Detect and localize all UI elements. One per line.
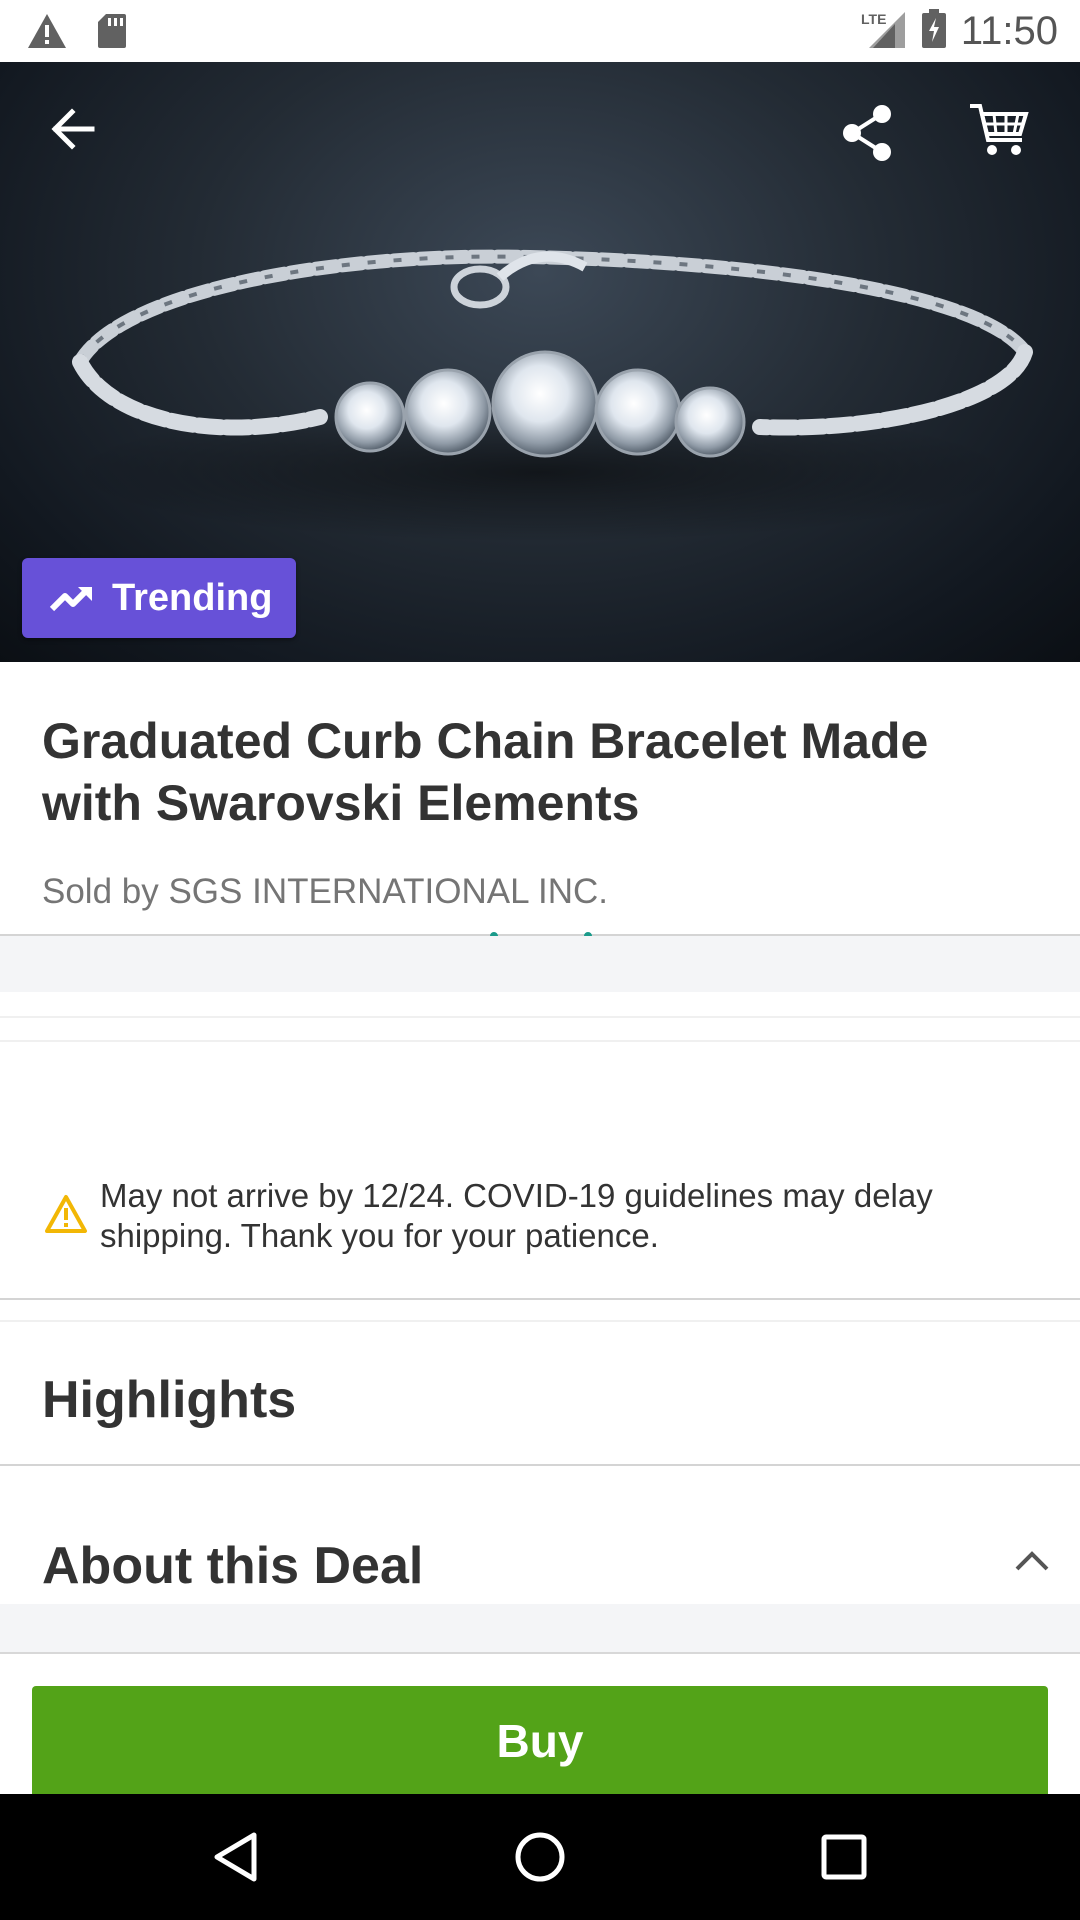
cart-icon[interactable]: [968, 102, 1030, 163]
chevron-up-icon[interactable]: [1014, 1548, 1050, 1577]
buy-button[interactable]: Buy: [32, 1686, 1048, 1796]
divider: [0, 1298, 1080, 1300]
shipping-notice-text: May not arrive by 12/24. COVID-19 guidel…: [100, 1177, 933, 1254]
battery-charging-icon: [921, 9, 947, 54]
about-deal-heading[interactable]: About this Deal: [42, 1536, 423, 1596]
spacer-band: [0, 936, 1080, 992]
shipping-notice: May not arrive by 12/24. COVID-19 guidel…: [0, 1168, 1080, 1298]
trending-badge: Trending: [22, 558, 296, 638]
trending-label: Trending: [112, 576, 273, 619]
product-title: Graduated Curb Chain Bracelet Made with …: [42, 713, 929, 831]
buy-bar: Buy: [0, 1652, 1080, 1796]
trending-up-icon: [50, 583, 94, 613]
back-arrow-icon[interactable]: [46, 102, 100, 161]
navigation-bar: [0, 1794, 1080, 1920]
highlights-heading: Highlights: [42, 1371, 297, 1429]
svg-text:LTE: LTE: [861, 11, 886, 27]
divider: [0, 1320, 1080, 1322]
home-circle-icon[interactable]: [470, 1794, 610, 1920]
divider: [0, 1040, 1080, 1042]
sd-card-icon: [96, 12, 128, 55]
clock: 11:50: [960, 9, 1058, 53]
spacer-band: [0, 1604, 1080, 1654]
seller-label[interactable]: Sold by SGS INTERNATIONAL INC.: [42, 872, 608, 912]
divider: [0, 1464, 1080, 1466]
warning-icon: [44, 1194, 88, 1239]
back-triangle-icon[interactable]: [166, 1794, 306, 1920]
recents-square-icon[interactable]: [774, 1794, 914, 1920]
status-bar: LTE 11:50: [0, 0, 1080, 62]
alert-icon: [26, 12, 68, 55]
share-icon[interactable]: [840, 104, 894, 167]
signal-icon: LTE: [859, 8, 907, 55]
divider: [0, 1016, 1080, 1018]
product-image[interactable]: Trending: [0, 62, 1080, 662]
